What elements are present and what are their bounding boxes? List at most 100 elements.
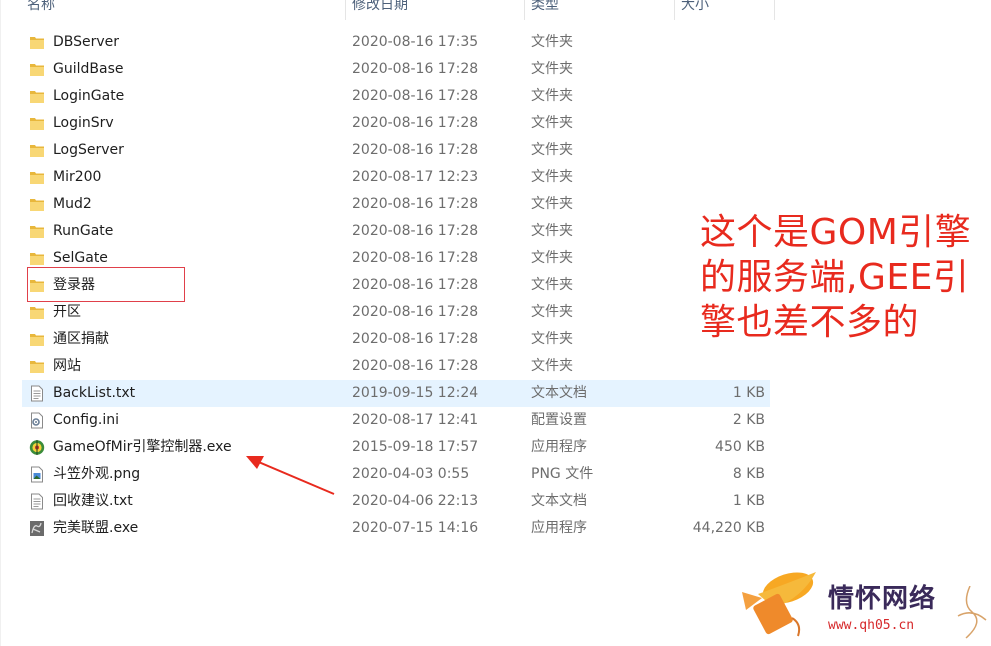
file-name: BackList.txt [53, 385, 136, 401]
file-date: 2020-08-16 17:28 [352, 223, 479, 239]
file-row[interactable]: 完美联盟.exe 2020-07-15 14:16 应用程序 44,220 KB [22, 515, 770, 542]
file-type: 文本文档 [531, 493, 587, 509]
file-type: 配置设置 [531, 412, 587, 428]
column-size-header[interactable]: 大小 [681, 0, 709, 18]
folder-icon [29, 304, 45, 321]
file-name: Mir200 [53, 169, 102, 185]
folder-icon [29, 115, 45, 132]
file-type: 文本文档 [531, 385, 587, 401]
file-type: 应用程序 [531, 439, 587, 455]
file-type: PNG 文件 [531, 466, 594, 482]
folder-icon [29, 169, 45, 186]
file-size: 8 KB [732, 466, 765, 482]
column-name-header[interactable]: 名称 [27, 0, 55, 18]
annotation-line: 的服务端,GEE引 [700, 257, 970, 298]
file-date: 2020-08-16 17:28 [352, 196, 479, 212]
file-type: 文件夹 [531, 250, 573, 266]
text-file-icon [29, 493, 45, 510]
logo-url: www.qh05.cn [828, 618, 915, 633]
file-row[interactable]: LoginGate 2020-08-16 17:28 文件夹 [22, 83, 770, 110]
file-row[interactable]: GuildBase 2020-08-16 17:28 文件夹 [22, 56, 770, 83]
file-name: LogServer [53, 142, 124, 158]
folder-icon [29, 196, 45, 213]
folder-icon [29, 331, 45, 348]
file-row[interactable]: LogServer 2020-08-16 17:28 文件夹 [22, 137, 770, 164]
text-file-icon [29, 385, 45, 402]
column-header: 名称 修改日期 类型 大小 [0, 0, 775, 20]
left-edge [0, 0, 1, 646]
file-row[interactable]: LoginSrv 2020-08-16 17:28 文件夹 [22, 110, 770, 137]
hat-logo-icon [742, 572, 816, 637]
app-exe-icon [29, 439, 45, 456]
red-arrow-icon [246, 456, 335, 495]
file-row[interactable]: Config.ini 2020-08-17 12:41 配置设置 2 KB [22, 407, 770, 434]
file-type: 文件夹 [531, 331, 573, 347]
file-row[interactable]: BackList.txt 2019-09-15 12:24 文本文档 1 KB [22, 380, 770, 407]
file-date: 2020-08-16 17:28 [352, 61, 479, 77]
file-date: 2020-04-03 0:55 [352, 466, 470, 482]
logo-text: 情怀网络 [828, 584, 937, 614]
file-size: 2 KB [732, 412, 765, 428]
file-date: 2020-08-16 17:28 [352, 115, 479, 131]
column-separator[interactable] [345, 0, 346, 20]
file-name: 通区捐献 [53, 331, 109, 347]
file-type: 文件夹 [531, 304, 573, 320]
file-row[interactable]: RunGate 2020-08-16 17:28 文件夹 [22, 218, 770, 245]
column-separator[interactable] [674, 0, 675, 20]
file-name: 回收建议.txt [53, 493, 133, 509]
folder-icon [29, 223, 45, 240]
file-name: LoginGate [53, 88, 125, 104]
file-row[interactable]: 通区捐献 2020-08-16 17:28 文件夹 [22, 326, 770, 353]
file-name: 完美联盟.exe [53, 520, 139, 536]
column-date-header[interactable]: 修改日期 [352, 0, 408, 18]
file-type: 文件夹 [531, 115, 573, 131]
file-row[interactable]: 开区 2020-08-16 17:28 文件夹 [22, 299, 770, 326]
file-row[interactable]: 网站 2020-08-16 17:28 文件夹 [22, 353, 770, 380]
settings-file-icon [29, 412, 45, 429]
column-type-header[interactable]: 类型 [531, 0, 559, 18]
folder-icon [29, 34, 45, 51]
file-type: 文件夹 [531, 34, 573, 50]
file-name: RunGate [53, 223, 114, 239]
file-row[interactable]: 回收建议.txt 2020-04-06 22:13 文本文档 1 KB [22, 488, 770, 515]
dragon-exe-icon [29, 520, 45, 537]
file-size: 1 KB [732, 493, 765, 509]
watermark-logo: 情怀网络 www.qh05.cn [736, 560, 991, 646]
folder-icon [29, 142, 45, 159]
file-type: 文件夹 [531, 196, 573, 212]
file-date: 2019-09-15 12:24 [352, 385, 479, 401]
file-type: 文件夹 [531, 277, 573, 293]
file-row[interactable]: Mud2 2020-08-16 17:28 文件夹 [22, 191, 770, 218]
annotation-text: 这个是GOM引擎 的服务端,GEE引 擎也差不多的 [700, 210, 990, 345]
file-name: GameOfMir引擎控制器.exe [53, 439, 232, 455]
file-name: Mud2 [53, 196, 92, 212]
folder-icon [29, 61, 45, 78]
file-date: 2020-08-17 12:41 [352, 412, 479, 428]
column-separator[interactable] [524, 0, 525, 20]
file-type: 文件夹 [531, 223, 573, 239]
file-name: Config.ini [53, 412, 120, 428]
file-date: 2020-08-16 17:28 [352, 88, 479, 104]
column-separator[interactable] [774, 0, 775, 20]
file-row[interactable]: Mir200 2020-08-17 12:23 文件夹 [22, 164, 770, 191]
file-row[interactable]: GameOfMir引擎控制器.exe 2015-09-18 17:57 应用程序 45… [22, 434, 770, 461]
file-row[interactable]: 斗笠外观.png 2020-04-03 0:55 PNG 文件 8 KB [22, 461, 770, 488]
file-type: 文件夹 [531, 88, 573, 104]
annotation-line: 这个是GOM引擎 [700, 212, 972, 253]
file-date: 2020-04-06 22:13 [352, 493, 479, 509]
folder-icon [29, 88, 45, 105]
file-row[interactable]: DBServer 2020-08-16 17:35 文件夹 [22, 29, 770, 56]
folder-icon [29, 250, 45, 267]
annotation-line: 擎也差不多的 [700, 302, 920, 343]
folder-icon [29, 358, 45, 375]
file-date: 2020-08-16 17:28 [352, 331, 479, 347]
file-type: 文件夹 [531, 61, 573, 77]
file-size: 1 KB [732, 385, 765, 401]
file-date: 2020-08-16 17:28 [352, 250, 479, 266]
file-type: 文件夹 [531, 169, 573, 185]
file-date: 2020-08-16 17:28 [352, 304, 479, 320]
file-type: 文件夹 [531, 142, 573, 158]
file-name: 斗笠外观.png [53, 466, 141, 482]
file-date: 2015-09-18 17:57 [352, 439, 479, 455]
file-type: 文件夹 [531, 358, 573, 374]
